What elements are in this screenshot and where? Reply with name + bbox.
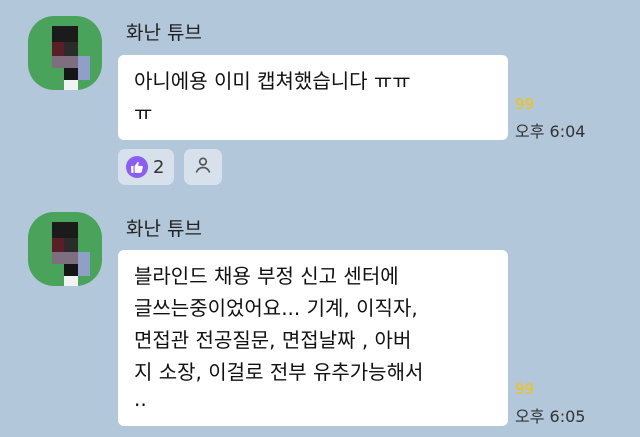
message-time: 오후 6:04 xyxy=(515,122,586,141)
message-bubble[interactable]: 아니에용 이미 캡쳐했습니다 ㅠㅠ ㅠ xyxy=(118,55,508,140)
message-time: 오후 6:05 xyxy=(515,407,586,426)
message-line: 블라인드 채용 부정 신고 센터에 xyxy=(134,264,399,288)
sender-name: 화난 튜브 xyxy=(126,22,202,44)
message-line: 아니에용 이미 캡쳐했습니다 ㅠㅠ xyxy=(134,69,411,93)
message-line: ㅠ xyxy=(134,101,153,125)
unread-count: 99 xyxy=(515,380,535,398)
message-line: 면접관 전공질문, 면접날짜 , 아버 xyxy=(134,328,412,352)
message-line: 지 소장, 이걸로 전부 유추가능해서 xyxy=(134,360,424,384)
thumbs-up-icon xyxy=(126,156,148,178)
message-line: 글쓰는중이었어요... 기계, 이직자, xyxy=(134,296,418,320)
add-reaction-button[interactable] xyxy=(184,149,222,185)
person-icon xyxy=(193,155,213,179)
like-reaction-button[interactable]: 2 xyxy=(118,149,174,185)
unread-count: 99 xyxy=(515,95,535,113)
message-bubble[interactable]: 블라인드 채용 부정 신고 센터에 글쓰는중이었어요... 기계, 이직자, 면… xyxy=(118,250,508,426)
like-count: 2 xyxy=(153,156,165,178)
sender-name: 화난 튜브 xyxy=(126,218,202,240)
avatar[interactable] xyxy=(28,212,102,286)
avatar[interactable] xyxy=(28,16,102,90)
message-line: .. xyxy=(134,387,147,411)
